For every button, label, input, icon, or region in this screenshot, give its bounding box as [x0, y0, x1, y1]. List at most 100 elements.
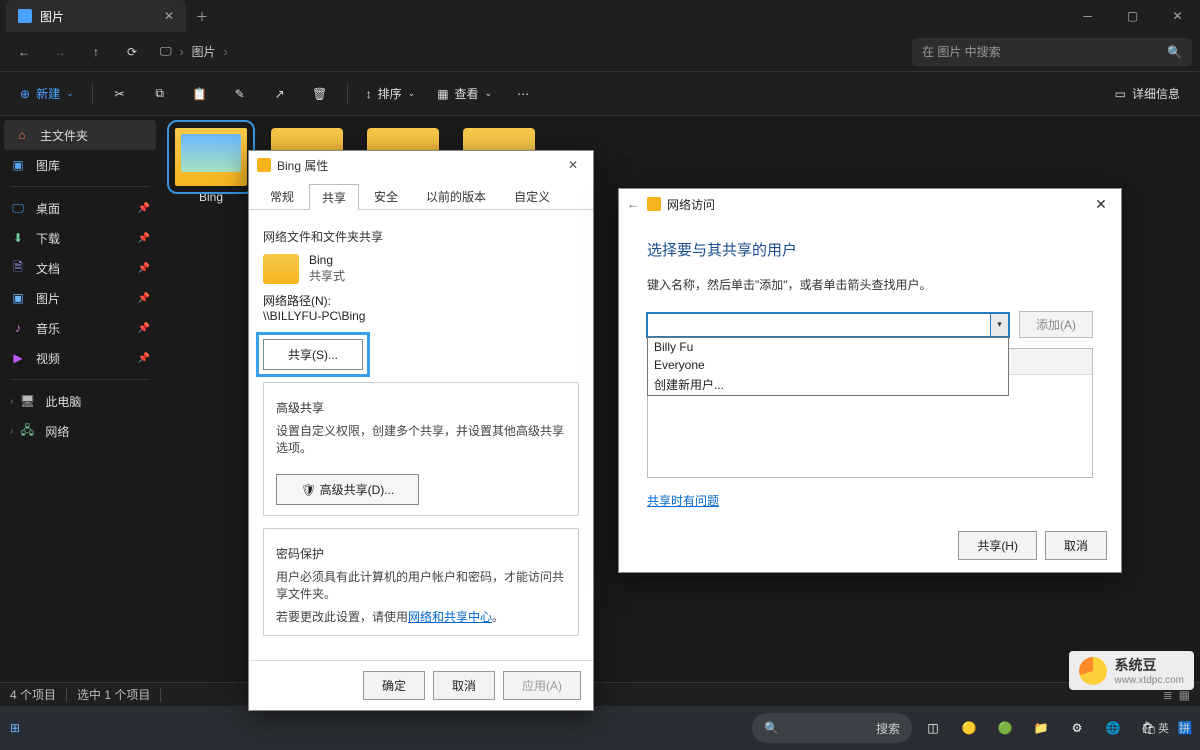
close-wizard-button[interactable]: ✕: [1089, 196, 1113, 213]
sidebar-label: 主文件夹: [40, 127, 88, 144]
home-icon: ⌂: [14, 127, 30, 143]
system-tray[interactable]: ˄ 英 拼: [1142, 706, 1190, 750]
sidebar-item-music[interactable]: ♪ 音乐 📌: [0, 313, 160, 343]
chevron-right-icon: ›: [10, 426, 13, 437]
rename-button[interactable]: ✎: [223, 79, 257, 109]
separator: [66, 688, 67, 702]
search-box[interactable]: 在 图片 中搜索 🔍: [912, 38, 1192, 66]
tab-previous-versions[interactable]: 以前的版本: [413, 183, 499, 209]
start-button[interactable]: ⊞: [0, 713, 30, 743]
sidebar-item-videos[interactable]: ▶ 视频 📌: [0, 343, 160, 373]
taskbar-app-icon[interactable]: 🟡: [954, 713, 984, 743]
view-label: 查看: [455, 85, 479, 102]
copy-button[interactable]: ⧉: [143, 79, 177, 109]
desktop-icon: 🖵: [10, 200, 26, 216]
tab-sharing[interactable]: 共享: [309, 184, 359, 210]
trouble-sharing-link[interactable]: 共享时有问题: [647, 494, 719, 508]
paste-button[interactable]: 📋: [183, 79, 217, 109]
tab-pictures[interactable]: 图片 ✕: [6, 0, 186, 32]
sidebar-item-thispc[interactable]: › 🖥 此电脑: [0, 386, 160, 416]
settings-icon[interactable]: ⚙: [1062, 713, 1092, 743]
close-window-button[interactable]: ✕: [1155, 0, 1200, 32]
share-button[interactable]: 共享(H): [958, 531, 1037, 560]
folder-label: Bing: [199, 190, 223, 204]
back-button[interactable]: ←: [8, 36, 40, 68]
refresh-button[interactable]: ⟳: [116, 36, 148, 68]
cut-button[interactable]: ✂: [103, 79, 137, 109]
up-button[interactable]: ↑: [80, 36, 112, 68]
sort-icon: ↕: [366, 87, 372, 101]
gallery-icon: ▣: [10, 157, 26, 173]
breadcrumb-pictures[interactable]: 图片: [192, 43, 216, 60]
properties-dialog: Bing 属性 ✕ 常规 共享 安全 以前的版本 自定义 网络文件和文件夹共享 …: [248, 150, 594, 711]
dropdown-arrow-icon[interactable]: ▾: [990, 314, 1008, 336]
password-protection-group: 密码保护 用户必须具有此计算机的用户帐户和密码，才能访问共享文件夹。 若要更改此…: [263, 528, 579, 636]
network-sharing-center-link[interactable]: 网络和共享中心: [408, 610, 492, 624]
navigation-pane: ⌂ 主文件夹 ▣ 图库 🖵 桌面 📌 ⬇ 下载 📌 🗎 文档 📌 ▣ 图片 📌: [0, 116, 160, 682]
close-dialog-button[interactable]: ✕: [561, 158, 585, 172]
taskbar-search[interactable]: 🔍 搜索: [752, 713, 912, 743]
sidebar-item-home[interactable]: ⌂ 主文件夹: [4, 120, 156, 150]
forward-button[interactable]: →: [44, 36, 76, 68]
user-combobox[interactable]: ▾ Billy Fu Everyone 创建新用户...: [647, 313, 1009, 337]
new-button[interactable]: ⊕ 新建 ⌄: [12, 79, 82, 109]
share-button[interactable]: ↗: [263, 79, 297, 109]
advanced-sharing-button[interactable]: 🛡 高级共享(D)...: [276, 474, 419, 505]
dropdown-option[interactable]: 创建新用户...: [648, 374, 1008, 395]
details-icon: ▭: [1115, 87, 1126, 101]
sidebar-label: 视频: [36, 350, 60, 367]
edge-icon[interactable]: 🌐: [1098, 713, 1128, 743]
dropdown-option[interactable]: Everyone: [648, 356, 1008, 374]
apply-button[interactable]: 应用(A): [503, 671, 581, 700]
new-tab-button[interactable]: ＋: [186, 8, 218, 25]
dropdown-option[interactable]: Billy Fu: [648, 338, 1008, 356]
sidebar-item-gallery[interactable]: ▣ 图库: [0, 150, 160, 180]
chevron-up-icon[interactable]: ˄: [1142, 722, 1148, 734]
sidebar-item-network[interactable]: › 🖧 网络: [0, 416, 160, 446]
minimize-button[interactable]: ─: [1065, 0, 1110, 32]
folder-bing[interactable]: Bing: [172, 128, 250, 204]
sidebar-item-documents[interactable]: 🗎 文档 📌: [0, 253, 160, 283]
delete-button[interactable]: 🗑: [303, 79, 337, 109]
chevron-down-icon: ⌄: [485, 88, 493, 99]
view-button[interactable]: ▦ 查看 ⌄: [429, 79, 500, 109]
wizard-title: 网络访问: [667, 196, 715, 213]
tab-security[interactable]: 安全: [361, 183, 411, 209]
close-tab-icon[interactable]: ✕: [164, 9, 174, 23]
watermark-logo-icon: [1079, 657, 1107, 685]
back-button[interactable]: ←: [627, 197, 639, 211]
details-pane-button[interactable]: ▭ 详细信息: [1107, 79, 1188, 109]
ok-button[interactable]: 确定: [363, 671, 425, 700]
wizard-titlebar[interactable]: ← 网络访问 ✕: [619, 189, 1121, 219]
add-user-button[interactable]: 添加(A): [1019, 311, 1093, 338]
download-icon: ⬇: [10, 230, 26, 246]
monitor-icon: 🖵: [160, 44, 172, 59]
folder-icon: [257, 158, 271, 172]
sidebar-item-desktop[interactable]: 🖵 桌面 📌: [0, 193, 160, 223]
tab-customize[interactable]: 自定义: [501, 183, 563, 209]
tab-general[interactable]: 常规: [257, 183, 307, 209]
sidebar-item-pictures[interactable]: ▣ 图片 📌: [0, 283, 160, 313]
window-controls: ─ ▢ ✕: [1065, 0, 1200, 32]
ime-mode[interactable]: 拼: [1179, 720, 1190, 736]
dialog-footer: 确定 取消 应用(A): [249, 660, 593, 710]
task-view-button[interactable]: ◫: [918, 713, 948, 743]
cancel-button[interactable]: 取消: [433, 671, 495, 700]
user-input[interactable]: [647, 313, 1009, 337]
sort-button[interactable]: ↕ 排序 ⌄: [358, 79, 424, 109]
ime-indicator[interactable]: 英: [1158, 720, 1169, 736]
pin-icon: 📌: [138, 323, 150, 334]
sidebar-item-downloads[interactable]: ⬇ 下载 📌: [0, 223, 160, 253]
file-explorer-icon[interactable]: 📁: [1026, 713, 1056, 743]
network-path-label: 网络路径(N):: [263, 292, 579, 309]
cancel-button[interactable]: 取消: [1045, 531, 1107, 560]
music-icon: ♪: [10, 320, 26, 336]
video-icon: ▶: [10, 350, 26, 366]
more-button[interactable]: ⋯: [506, 79, 540, 109]
breadcrumb[interactable]: 🖵 › 图片 ›: [160, 43, 228, 60]
dialog-titlebar[interactable]: Bing 属性 ✕: [249, 151, 593, 179]
maximize-button[interactable]: ▢: [1110, 0, 1155, 32]
share-button[interactable]: 共享(S)...: [263, 339, 363, 370]
selection-count: 选中 1 个项目: [77, 686, 150, 703]
taskbar-app-icon[interactable]: 🟢: [990, 713, 1020, 743]
